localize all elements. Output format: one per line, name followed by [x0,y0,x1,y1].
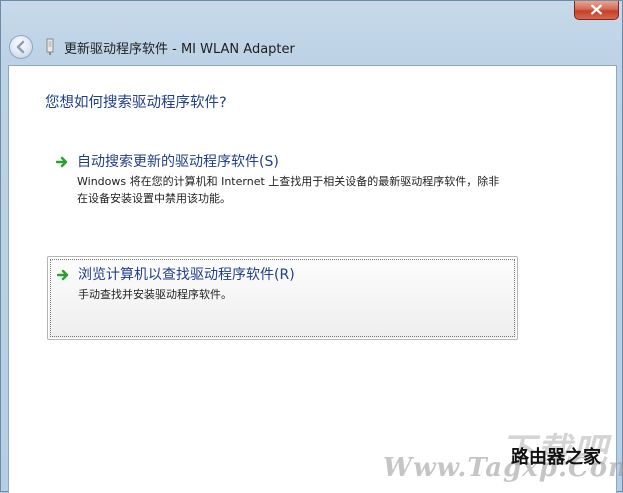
window-title: 更新驱动程序软件 - MI WLAN Adapter [64,42,295,57]
auto-search-title: 自动搜索更新的驱动程序软件(S) [77,154,279,170]
close-icon [591,4,602,15]
browse-computer-description: 手动查找并安装驱动程序软件。 [78,288,232,301]
auto-search-description: Windows 将在您的计算机和 Internet 上查找用于相关设备的最新驱动… [77,175,500,205]
device-icon [46,38,54,55]
back-button[interactable] [9,35,33,59]
wizard-window: 更新驱动程序软件 - MI WLAN Adapter 您想如何搜索驱动程序软件?… [0,0,623,493]
search-question-heading: 您想如何搜索驱动程序软件? [45,95,227,111]
green-arrow-icon [56,156,68,168]
browse-computer-title: 浏览计算机以查找驱动程序软件(R) [78,267,295,283]
green-arrow-icon [57,269,69,281]
close-button[interactable] [574,1,619,20]
watermark-tag: 路由器之家 [511,447,601,468]
watermark: 下载吧 Www.Tagxp.Com 路由器之家 [381,421,623,493]
back-arrow-icon [16,40,25,54]
browse-computer-option[interactable]: 浏览计算机以查找驱动程序软件(R) 手动查找并安装驱动程序软件。 [47,256,518,340]
auto-search-option[interactable]: 自动搜索更新的驱动程序软件(S) Windows 将在您的计算机和 Intern… [47,144,518,210]
